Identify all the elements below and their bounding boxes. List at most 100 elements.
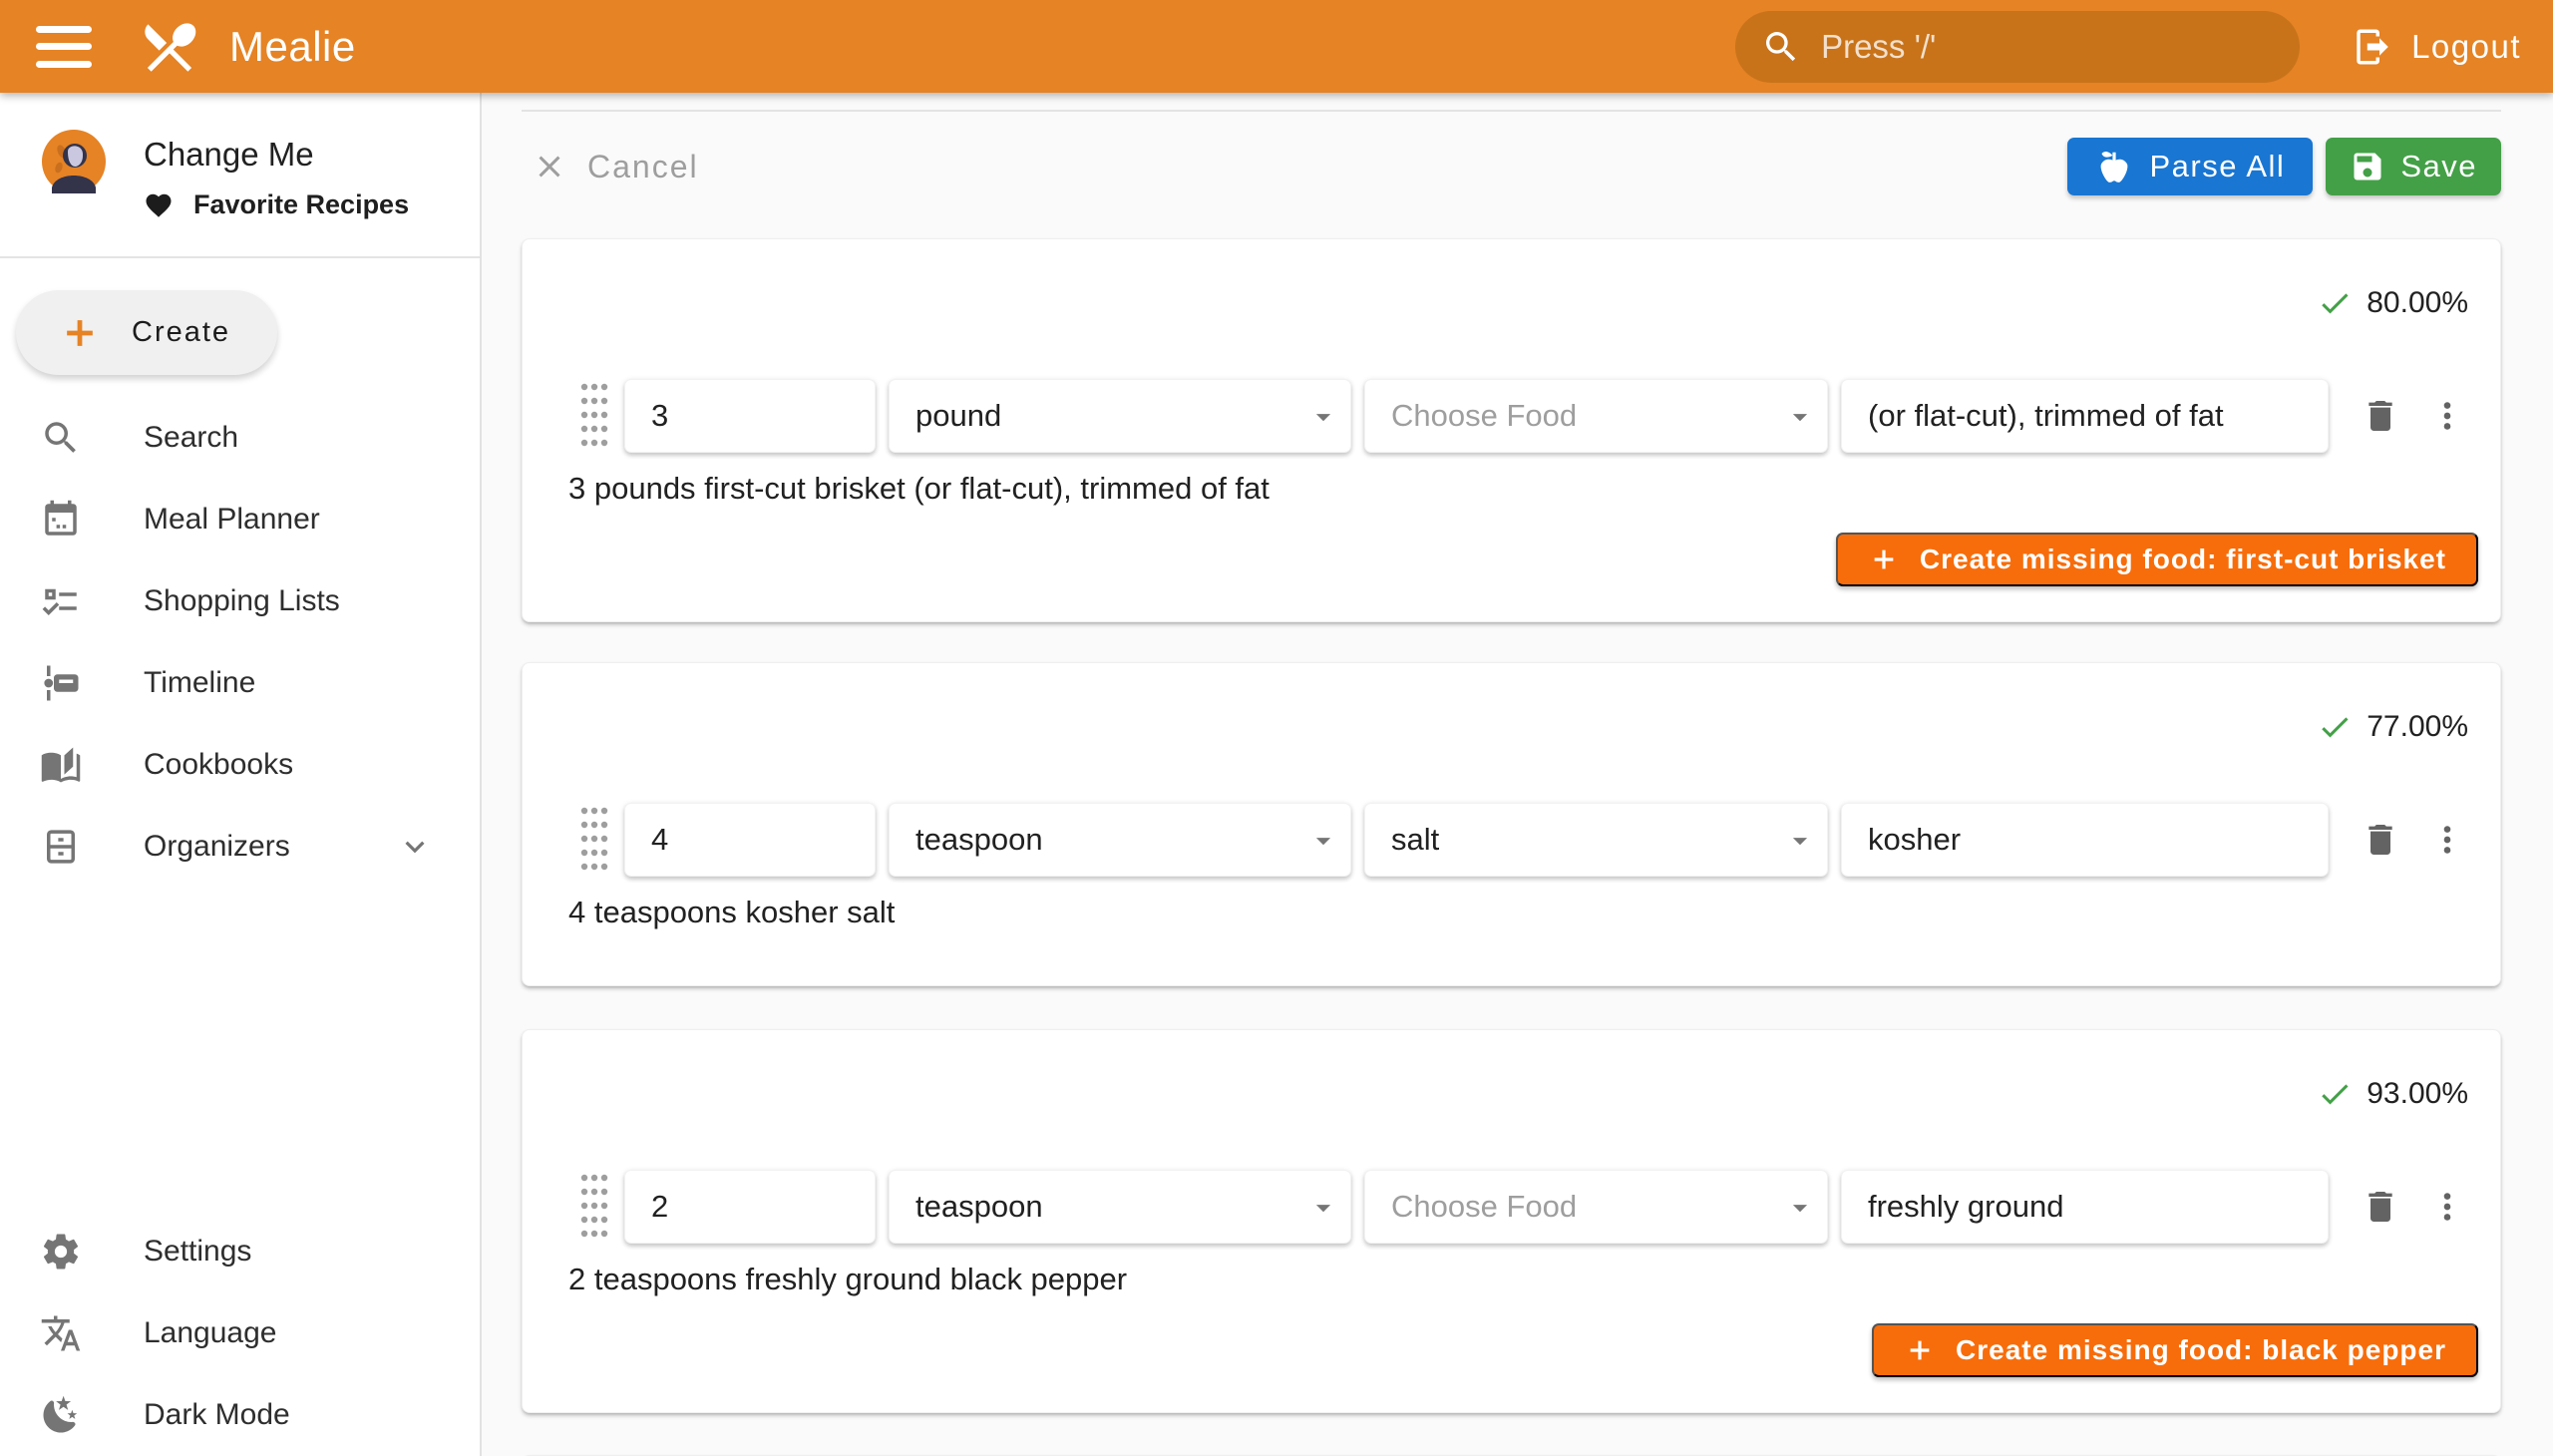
plus-icon (58, 311, 102, 355)
plus-icon (1904, 1334, 1936, 1366)
chevron-down-icon (396, 828, 434, 866)
mealie-app: Mealie Logout (0, 0, 2553, 1456)
sidebar-item-label: Meal Planner (144, 503, 320, 537)
quantity-input[interactable] (624, 1170, 876, 1244)
profile-section: Change Me Favorite Recipes (0, 93, 480, 256)
content-top-divider (522, 110, 2501, 112)
menu-down-icon (1783, 824, 1817, 858)
search-input[interactable] (1821, 28, 2274, 66)
drag-handle-icon[interactable] (578, 803, 610, 877)
note-value[interactable] (1868, 398, 2312, 434)
sidebar-item-settings[interactable]: Settings (0, 1211, 480, 1292)
food-value: Choose Food (1391, 1189, 1577, 1225)
kebab-icon (2428, 397, 2466, 435)
sidebar-item-label: Timeline (144, 666, 255, 700)
unit-value: pound (915, 398, 1001, 434)
logout-button[interactable]: Logout (2338, 16, 2535, 78)
sidebar-item-timeline[interactable]: Timeline (0, 642, 480, 724)
sidebar: Change Me Favorite Recipes Create (0, 93, 482, 1456)
food-select[interactable]: Choose Food (1364, 379, 1828, 453)
gear-icon (38, 1231, 84, 1273)
menu-down-icon (1306, 824, 1340, 858)
unit-select[interactable]: teaspoon (889, 1170, 1351, 1244)
more-options-button[interactable] (2428, 821, 2466, 859)
original-ingredient-text: 4 teaspoons kosher salt (568, 895, 2500, 930)
quantity-value[interactable] (651, 1189, 859, 1225)
note-input[interactable] (1841, 803, 2329, 877)
sidebar-item-label: Organizers (144, 830, 290, 864)
cancel-button[interactable]: Cancel (522, 143, 709, 191)
note-value[interactable] (1868, 822, 2312, 858)
parse-all-label: Parse All (2149, 149, 2285, 184)
menu-icon[interactable] (36, 26, 92, 68)
parse-all-button[interactable]: Parse All (2067, 138, 2313, 195)
quantity-value[interactable] (651, 398, 859, 434)
favorite-recipes-link[interactable]: Favorite Recipes (144, 189, 409, 220)
close-icon (532, 149, 567, 184)
original-ingredient-text: 3 pounds first-cut brisket (or flat-cut)… (568, 471, 2500, 507)
sidebar-item-label: Settings (144, 1235, 251, 1269)
book-icon (38, 744, 84, 786)
note-value[interactable] (1868, 1189, 2312, 1225)
quantity-input[interactable] (624, 379, 876, 453)
favorite-recipes-label: Favorite Recipes (193, 189, 409, 220)
unit-select[interactable]: teaspoon (889, 803, 1351, 877)
more-options-button[interactable] (2428, 1188, 2466, 1226)
drag-handle-icon[interactable] (578, 1170, 610, 1244)
plus-icon (1868, 544, 1900, 575)
avatar[interactable] (42, 130, 106, 193)
sidebar-item-cookbooks[interactable]: Cookbooks (0, 724, 480, 806)
sidebar-item-dark-mode[interactable]: Dark Mode (0, 1374, 480, 1456)
unit-select[interactable]: pound (889, 379, 1351, 453)
delete-button[interactable] (2361, 396, 2400, 436)
kebab-icon (2428, 821, 2466, 859)
parser-toolbar: Cancel Parse All Save (522, 138, 2501, 195)
menu-down-icon (1306, 1191, 1340, 1225)
check-icon (2317, 1076, 2353, 1112)
heart-icon (144, 190, 174, 220)
delete-button[interactable] (2361, 1187, 2400, 1227)
save-label: Save (2400, 149, 2477, 184)
sidebar-item-language[interactable]: Language (0, 1292, 480, 1374)
create-missing-food-button[interactable]: Create missing food: black pepper (1872, 1323, 2478, 1377)
create-missing-food-button[interactable]: Create missing food: first-cut brisket (1836, 533, 2478, 586)
note-input[interactable] (1841, 1170, 2329, 1244)
quantity-input[interactable] (624, 803, 876, 877)
app-bar: Mealie Logout (0, 0, 2553, 93)
search-bar[interactable] (1735, 11, 2300, 83)
create-button[interactable]: Create (16, 290, 277, 375)
confidence-row: 93.00% (523, 1030, 2500, 1112)
mealie-logo-icon[interactable] (138, 15, 201, 79)
delete-button[interactable] (2361, 820, 2400, 860)
sidebar-item-shopping-lists[interactable]: Shopping Lists (0, 560, 480, 642)
sidebar-item-label: Shopping Lists (144, 584, 340, 618)
checklist-icon (38, 580, 84, 622)
quantity-value[interactable] (651, 822, 859, 858)
unit-value: teaspoon (915, 1189, 1043, 1225)
sidebar-item-meal-planner[interactable]: Meal Planner (0, 479, 480, 560)
save-icon (2350, 149, 2385, 184)
kebab-icon (2428, 1188, 2466, 1226)
sidebar-nav: Search Meal Planner Shopping Lists Timel… (0, 397, 480, 888)
check-icon (2317, 285, 2353, 321)
sidebar-item-search[interactable]: Search (0, 397, 480, 479)
ingredient-card: 93.00% teaspoon Choose Food (522, 1029, 2501, 1413)
note-input[interactable] (1841, 379, 2329, 453)
drawer-icon (38, 826, 84, 868)
calendar-icon (38, 499, 84, 541)
create-missing-food-label: Create missing food: black pepper (1956, 1334, 2446, 1366)
search-icon (1761, 27, 1801, 67)
sidebar-footer: Settings Language Dark Mode (0, 1211, 480, 1456)
save-button[interactable]: Save (2326, 138, 2501, 195)
food-select[interactable]: Choose Food (1364, 1170, 1828, 1244)
drag-handle-icon[interactable] (578, 379, 610, 453)
food-select[interactable]: salt (1364, 803, 1828, 877)
sidebar-item-label: Language (144, 1316, 276, 1350)
main-content: Cancel Parse All Save 80 (482, 93, 2553, 1456)
sidebar-item-organizers[interactable]: Organizers (0, 806, 480, 888)
confidence-value: 77.00% (2367, 710, 2468, 744)
more-options-button[interactable] (2428, 397, 2466, 435)
menu-down-icon (1783, 400, 1817, 434)
magnify-icon (38, 417, 84, 459)
moon-icon (38, 1394, 84, 1436)
